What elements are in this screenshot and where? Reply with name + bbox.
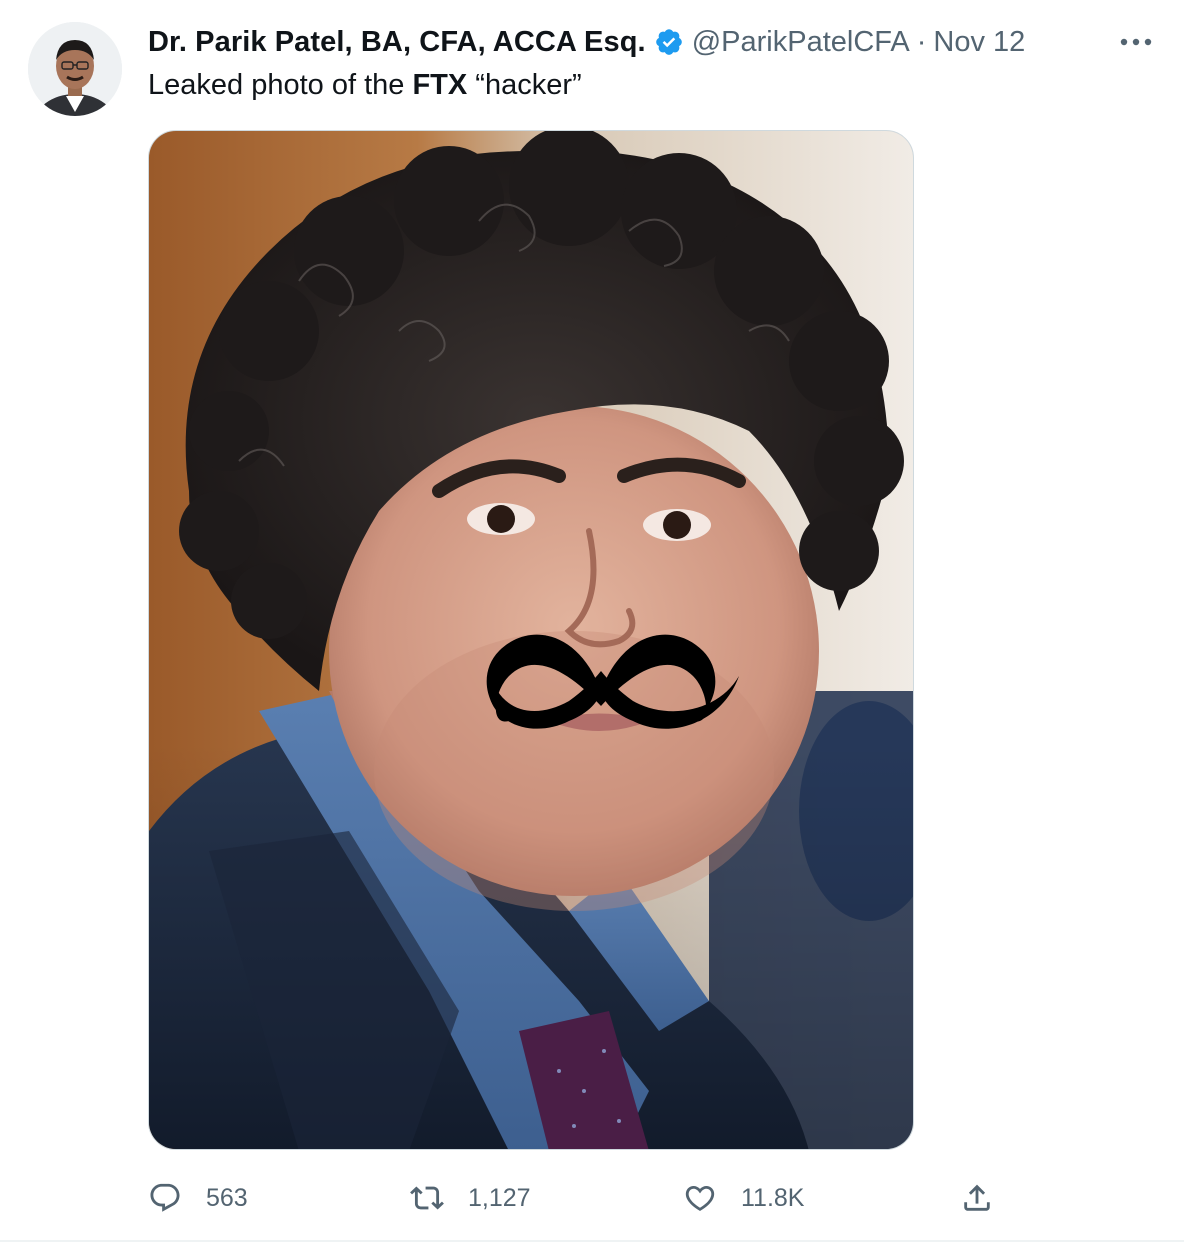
header-separator: ·: [916, 25, 927, 58]
avatar-image: [28, 22, 122, 116]
tweet-text: Leaked photo of the FTX “hacker”: [148, 66, 582, 104]
author-avatar[interactable]: [28, 22, 122, 116]
reply-count: 563: [206, 1183, 248, 1212]
retweet-button[interactable]: 1,127: [410, 1176, 531, 1220]
tweet-header: Dr. Parik Patel, BA, CFA, ACCA Esq. @Par…: [148, 22, 1025, 62]
photo-man-with-mustache: [149, 131, 913, 1149]
reply-icon: [148, 1181, 182, 1215]
tweet-text-bold: FTX: [412, 69, 468, 101]
author-handle[interactable]: @ParikPatelCFA: [692, 26, 910, 59]
retweet-count: 1,127: [468, 1183, 531, 1212]
reply-button[interactable]: 563: [148, 1176, 248, 1220]
share-button[interactable]: [960, 1176, 994, 1220]
share-icon: [960, 1181, 994, 1215]
tweet-media-photo[interactable]: [148, 130, 914, 1150]
tweet-text-part1: Leaked photo of the: [148, 69, 413, 101]
tweet-actions: 563 1,127 11.8K: [148, 1176, 1028, 1220]
tweet[interactable]: Dr. Parik Patel, BA, CFA, ACCA Esq. @Par…: [0, 0, 1184, 1242]
author-display-name[interactable]: Dr. Parik Patel, BA, CFA, ACCA Esq.: [148, 26, 646, 59]
retweet-icon: [410, 1181, 444, 1215]
tweet-date[interactable]: Nov 12: [933, 26, 1025, 59]
more-icon[interactable]: [1116, 28, 1156, 56]
like-count: 11.8K: [741, 1183, 805, 1212]
heart-icon: [683, 1181, 717, 1215]
tweet-text-part2: “hacker”: [467, 69, 582, 101]
like-button[interactable]: 11.8K: [683, 1176, 804, 1220]
verified-badge-icon: [654, 27, 684, 57]
